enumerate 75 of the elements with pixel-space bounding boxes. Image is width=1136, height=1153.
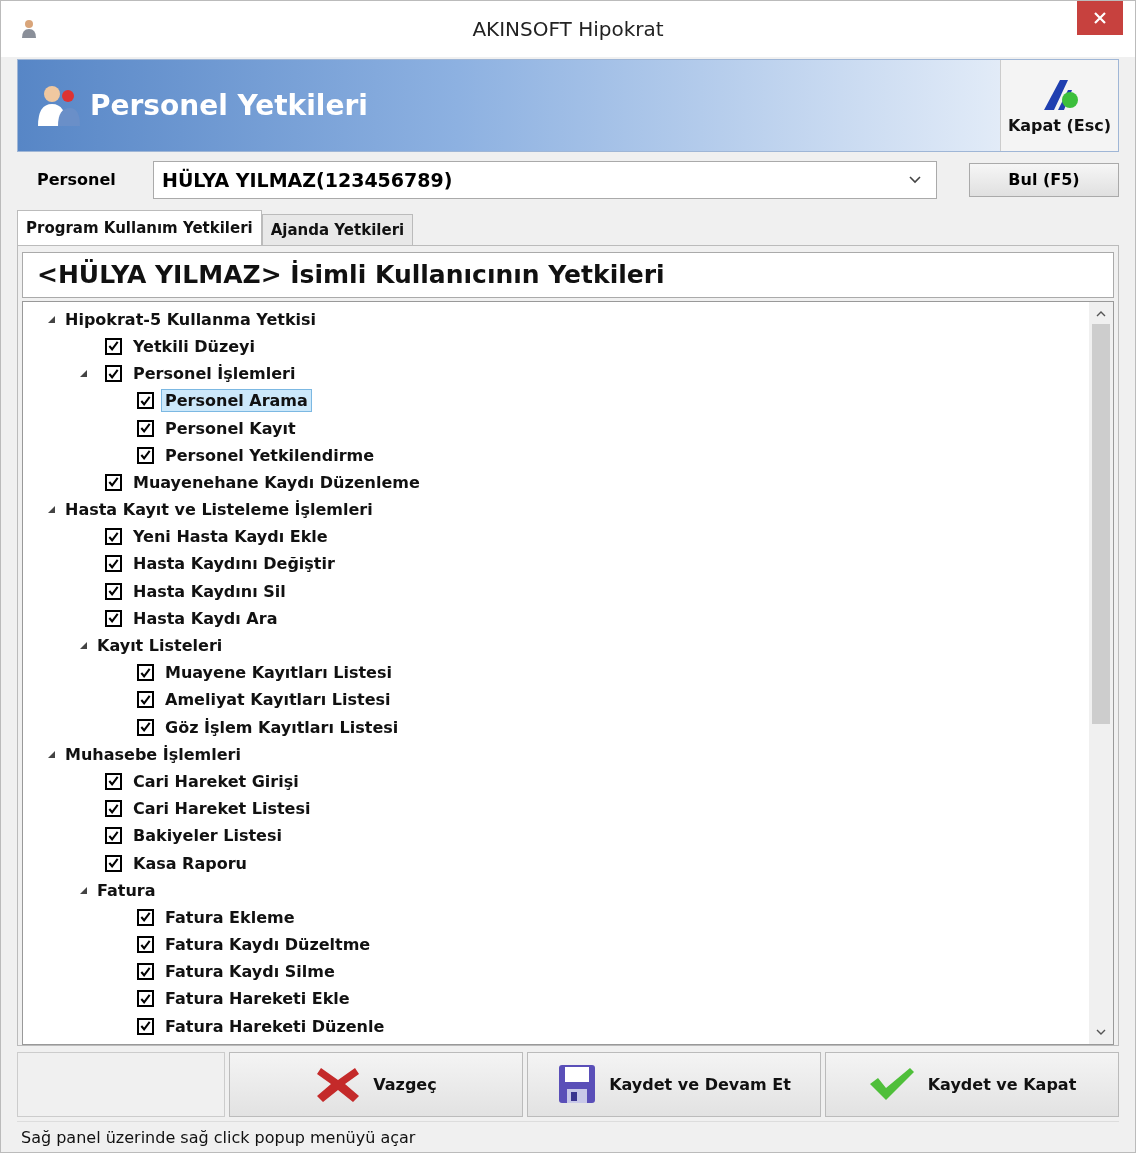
person-icon	[21, 18, 37, 39]
tree-item[interactable]: Muayenehane Kaydı Düzenleme	[129, 470, 424, 494]
checkbox[interactable]	[137, 936, 154, 954]
window-title: AKINSOFT Hipokrat	[471, 16, 665, 41]
personel-label: Personel	[36, 170, 117, 190]
checkbox[interactable]	[105, 772, 122, 790]
expander-icon[interactable]	[46, 749, 56, 759]
tab[interactable]: Ajanda Yetkileri	[261, 213, 414, 245]
tree-item[interactable]: Muayene Kayıtları Listesi	[161, 661, 396, 685]
checkbox[interactable]	[137, 963, 154, 981]
permissions-heading: <HÜLYA YILMAZ> İsimli Kullanıcının Yetkileri	[22, 251, 1114, 298]
tree-item[interactable]: Personel Yetkilendirme	[161, 443, 379, 467]
close-icon	[1093, 11, 1107, 25]
checkbox[interactable]	[137, 1017, 154, 1035]
checkbox[interactable]	[105, 473, 122, 491]
personel-dropdown[interactable]: HÜLYA YILMAZ(123456789)	[153, 160, 937, 199]
checkbox[interactable]	[137, 718, 154, 736]
checkbox[interactable]	[105, 528, 122, 546]
tree-item[interactable]: Fatura Kaydı Silme	[161, 960, 339, 984]
expander-icon[interactable]	[78, 369, 88, 379]
tree-item[interactable]: Kayıt Listeleri	[93, 634, 227, 657]
checkbox[interactable]	[105, 555, 122, 573]
expander-icon[interactable]	[78, 641, 88, 650]
checkbox[interactable]	[105, 609, 122, 627]
cancel-button[interactable]: Vazgeç	[229, 1051, 523, 1118]
checkbox[interactable]	[105, 365, 122, 383]
tree-item[interactable]: Personel Kayıt	[161, 416, 300, 440]
close-button[interactable]	[1077, 1, 1123, 35]
tab[interactable]: Program Kullanım Yetkileri	[17, 209, 262, 245]
close-panel-button[interactable]: Kapat (Esc)	[1000, 59, 1118, 151]
tree-item[interactable]: Fatura Hareketi Ekle	[161, 987, 354, 1011]
expander-icon[interactable]	[46, 314, 56, 324]
expander-icon[interactable]	[78, 885, 88, 895]
status-text: Sağ panel üzerinde sağ click popup menüyü açar	[17, 1121, 1119, 1152]
tree-item[interactable]: Hipokrat-5 Kullanma Yetkisi	[61, 307, 321, 331]
tree-item[interactable]: Muhasebe İşlemleri	[61, 742, 245, 766]
checkbox[interactable]	[137, 446, 154, 464]
tree-item[interactable]: Cari Hareket Listesi	[129, 797, 315, 821]
tree-item[interactable]: Fatura Kaydı Düzeltme	[161, 933, 375, 957]
tree-item[interactable]: Fatura Ekleme	[161, 905, 299, 929]
tree-item[interactable]: Hasta Kaydını Sil	[129, 579, 290, 603]
checkbox[interactable]	[105, 337, 122, 355]
tree-item[interactable]: Yetkili Düzeyi	[129, 334, 260, 358]
checkbox[interactable]	[137, 392, 154, 410]
tree-item[interactable]: Personel Arama	[161, 389, 312, 413]
checkbox[interactable]	[105, 582, 122, 600]
tree-item[interactable]: Hasta Kaydını Değiştir	[129, 552, 339, 576]
tree-item[interactable]: Cari Hareket Girişi	[129, 769, 303, 793]
scroll-up-icon[interactable]	[1096, 309, 1106, 318]
page-title: Personel Yetkileri	[90, 88, 368, 122]
checkbox[interactable]	[137, 419, 154, 437]
chevron-down-icon[interactable]	[908, 174, 922, 185]
find-button[interactable]: Bul (F5)	[969, 162, 1119, 197]
tree-item[interactable]: Hasta Kaydı Ara	[129, 606, 282, 630]
checkbox[interactable]	[137, 908, 154, 926]
scrollbar[interactable]	[1089, 301, 1113, 1044]
tree-item[interactable]: Ameliyat Kayıtları Listesi	[161, 688, 395, 712]
tree-item[interactable]: Fatura Hareketi Düzenle	[161, 1014, 389, 1038]
tree-item[interactable]: Personel İşlemleri	[129, 362, 300, 386]
checkbox[interactable]	[137, 990, 154, 1008]
scroll-down-icon[interactable]	[1096, 1027, 1106, 1036]
tree-item[interactable]: Yeni Hasta Kaydı Ekle	[129, 525, 332, 549]
tree-item[interactable]: Fatura	[93, 878, 160, 902]
checkbox[interactable]	[137, 664, 154, 682]
save-close-button[interactable]: Kaydet ve Kapat	[825, 1051, 1119, 1118]
tree-item[interactable]: Göz İşlem Kayıtları Listesi	[161, 715, 403, 739]
tree-item[interactable]: Hasta Kayıt ve Listeleme İşlemleri	[61, 498, 377, 522]
save-button[interactable]: Kaydet ve Devam Et	[527, 1051, 821, 1118]
checkbox[interactable]	[105, 800, 122, 818]
expander-icon[interactable]	[46, 505, 56, 515]
checkbox[interactable]	[105, 827, 122, 845]
checkbox[interactable]	[137, 691, 154, 709]
checkbox[interactable]	[105, 854, 122, 872]
tree-item[interactable]: Kasa Raporu	[129, 851, 251, 875]
tree-item[interactable]: Bakiyeler Listesi	[129, 824, 286, 848]
